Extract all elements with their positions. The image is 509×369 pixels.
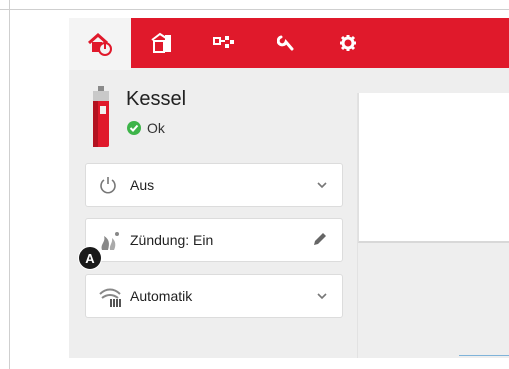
callout-badge: A <box>78 246 102 270</box>
mode-select[interactable]: Automatik <box>85 274 343 318</box>
automatic-mode-icon <box>98 286 124 313</box>
boiler-icon <box>91 86 113 148</box>
mode-label: Automatik <box>130 288 193 304</box>
detail-panel <box>358 93 509 243</box>
chevron-down-icon <box>316 289 328 307</box>
flame-icon <box>98 230 122 257</box>
tab-boiler-room[interactable] <box>131 18 193 68</box>
check-icon <box>127 121 141 135</box>
top-navigation-bar <box>69 18 509 70</box>
power-select[interactable]: Aus <box>85 163 343 207</box>
network-icon <box>213 35 235 51</box>
tab-settings[interactable] <box>317 18 379 68</box>
frame-left-border <box>9 0 10 369</box>
power-icon <box>98 175 118 200</box>
chevron-down-icon <box>316 178 328 196</box>
wrench-icon <box>277 34 295 52</box>
accent-line <box>459 355 509 356</box>
status-text: Ok <box>147 120 165 136</box>
tab-service[interactable] <box>255 18 317 68</box>
device-title: Kessel <box>126 88 187 110</box>
tab-home[interactable] <box>69 18 131 70</box>
gear-icon <box>339 34 357 52</box>
pencil-icon[interactable] <box>312 231 328 252</box>
frame-top-border <box>0 9 509 10</box>
tab-network[interactable] <box>193 18 255 68</box>
app-window: Kessel Ok Aus Zündung: Ein Automatik <box>69 18 509 358</box>
boiler-room-icon <box>151 32 173 54</box>
ignition-card: Zündung: Ein <box>85 218 343 262</box>
home-power-icon <box>87 32 113 56</box>
ignition-label: Zündung: Ein <box>130 232 214 248</box>
device-status: Ok <box>127 120 165 136</box>
power-label: Aus <box>130 177 155 193</box>
